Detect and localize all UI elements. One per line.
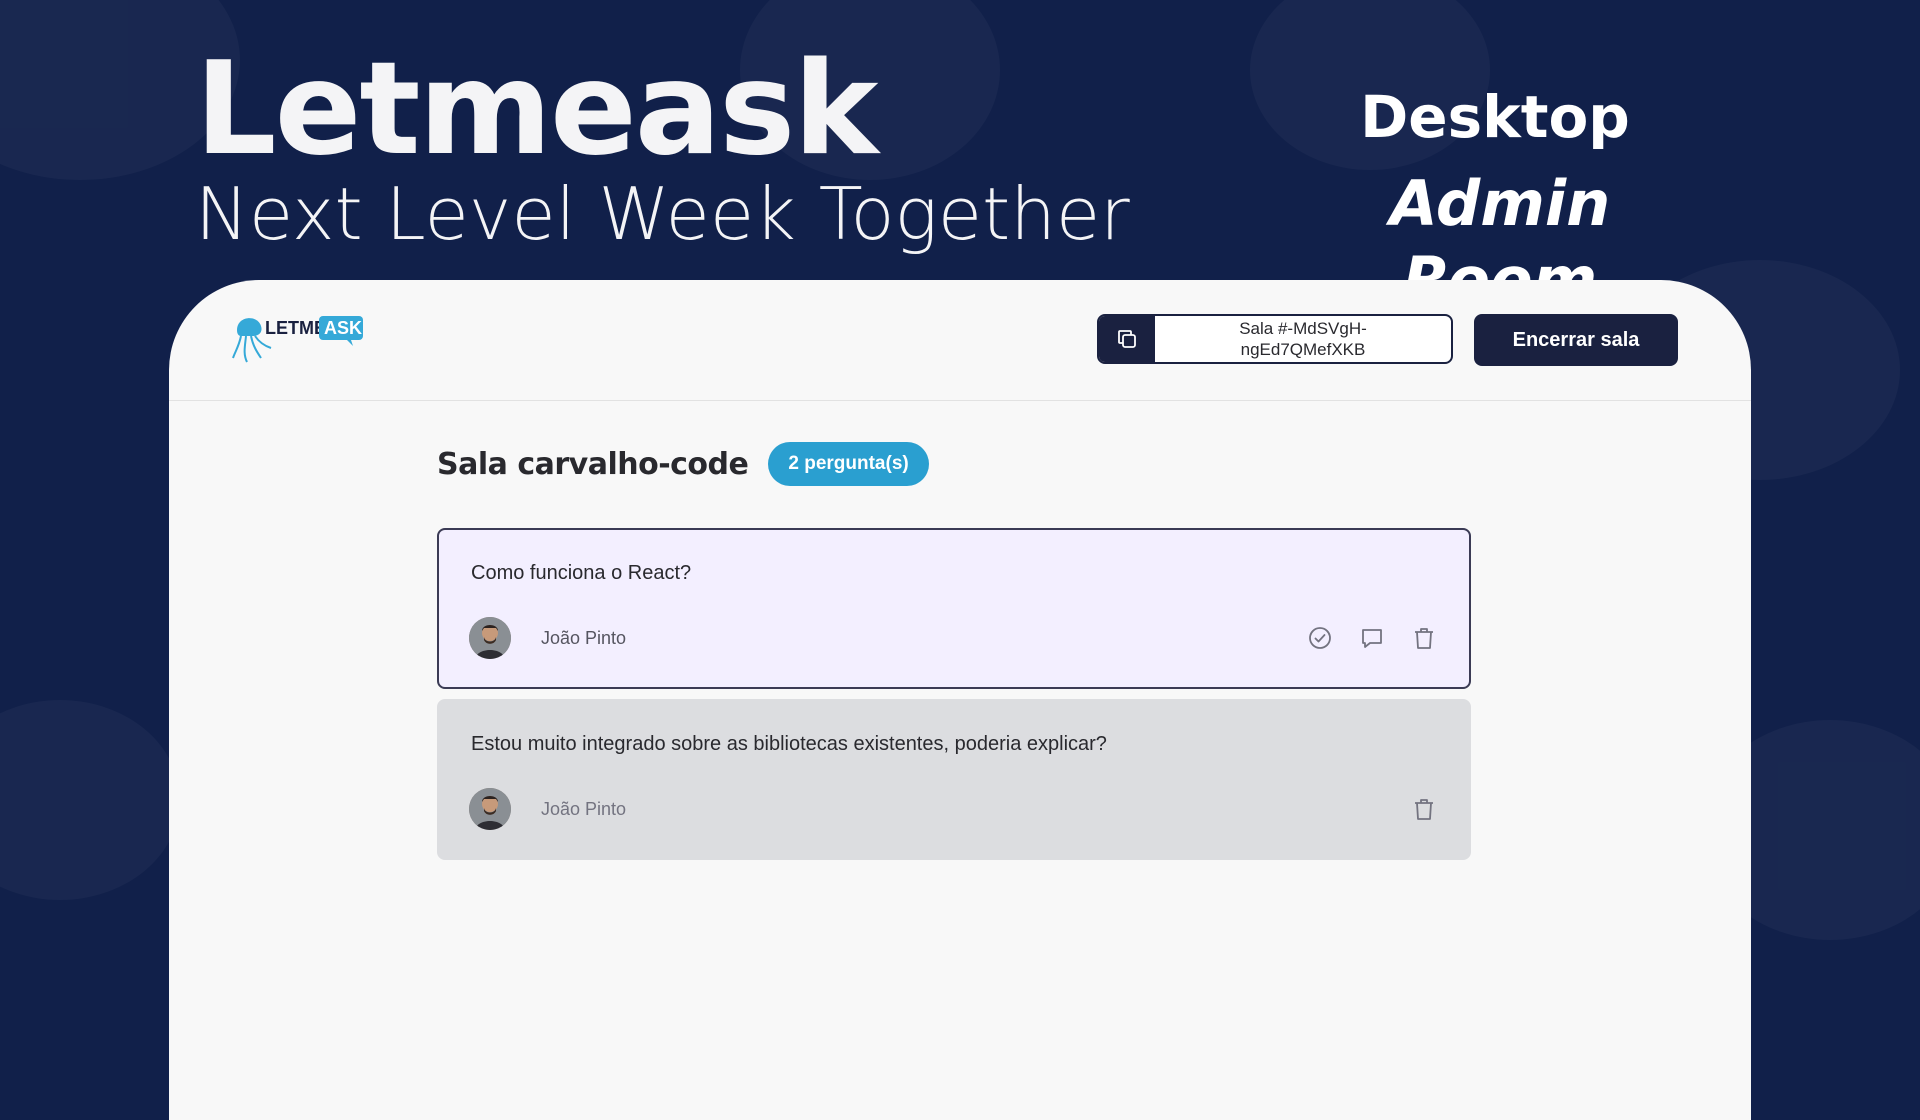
question-text: Estou muito integrado sobre as bibliotec… (471, 733, 1107, 755)
app-logo[interactable]: LETME ASK (231, 308, 371, 368)
question-text: Como funciona o React? (471, 562, 692, 584)
copy-icon (1118, 330, 1136, 348)
question-card: Estou muito integrado sobre as bibliotec… (437, 699, 1471, 860)
question-author: João Pinto (469, 617, 626, 659)
app-header: LETME ASK Sala #-MdSVgH- ngEd7QMefXKB En… (169, 280, 1751, 401)
chat-bubble-icon (1362, 629, 1382, 648)
question-count-badge: 2 pergunta(s) (768, 442, 929, 486)
platform-label: Desktop (1360, 83, 1630, 151)
trash-icon (1415, 628, 1433, 649)
question-footer: João Pinto (469, 788, 1439, 830)
room-code-text: Sala #-MdSVgH- ngEd7QMefXKB (1239, 319, 1367, 359)
app-window: LETME ASK Sala #-MdSVgH- ngEd7QMefXKB En… (169, 280, 1751, 1120)
author-name: João Pinto (541, 627, 627, 648)
banner-title: Letmeask (195, 35, 878, 184)
question-card: Como funciona o React? João Pinto (437, 528, 1471, 689)
avatar (469, 788, 511, 830)
room-title-row: Sala carvalho-code 2 pergunta(s) (437, 442, 929, 486)
mark-answered-button[interactable] (1305, 623, 1335, 653)
question-author: João Pinto (469, 788, 626, 830)
check-circle-icon (1309, 627, 1331, 649)
background-decoration (0, 700, 180, 900)
delete-question-button[interactable] (1409, 623, 1439, 653)
banner-subtitle: Next Level Week Together (195, 172, 1130, 256)
avatar (469, 617, 511, 659)
delete-question-button[interactable] (1409, 794, 1439, 824)
svg-text:ASK: ASK (324, 318, 362, 338)
question-actions (1305, 623, 1439, 653)
copy-button[interactable] (1099, 316, 1155, 362)
room-title: Sala carvalho-code (437, 446, 749, 482)
trash-icon (1415, 799, 1433, 820)
jellyfish-logo-icon: LETME ASK (232, 316, 363, 363)
close-room-button[interactable]: Encerrar sala (1474, 314, 1678, 366)
author-name: João Pinto (541, 798, 627, 819)
highlight-question-button[interactable] (1357, 623, 1387, 653)
svg-text:LETME: LETME (265, 318, 326, 338)
room-code-copy[interactable]: Sala #-MdSVgH- ngEd7QMefXKB (1097, 314, 1453, 364)
question-footer: João Pinto (469, 617, 1439, 659)
question-list: Como funciona o React? João Pinto Estou … (437, 528, 1471, 870)
question-actions (1409, 794, 1439, 824)
